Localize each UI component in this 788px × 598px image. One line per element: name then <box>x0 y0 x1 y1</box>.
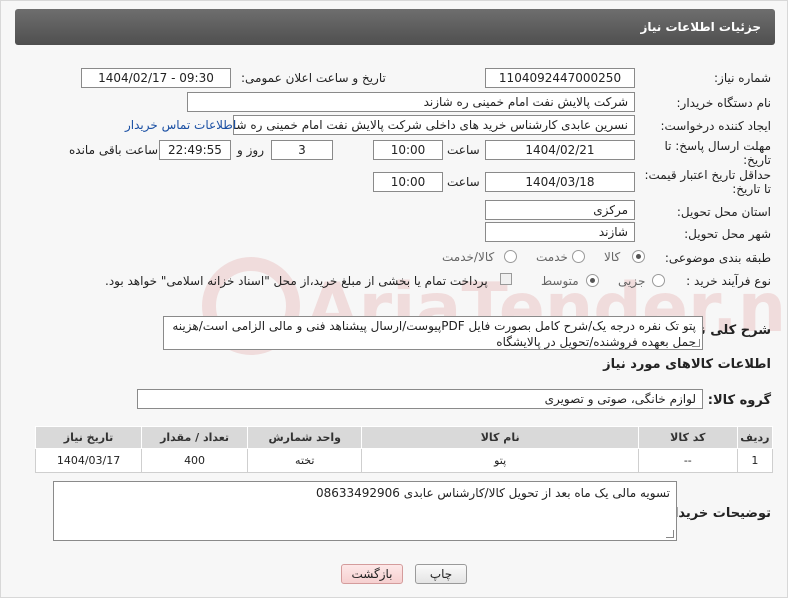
resize-handle[interactable] <box>692 339 700 347</box>
page-header: جزئیات اطلاعات نیاز <box>15 9 775 45</box>
creator-label: ایجاد کننده درخواست: <box>660 119 771 133</box>
remaining-time-field: 22:49:55 <box>159 140 231 160</box>
cell-item-code: -- <box>637 448 738 473</box>
deadline-label: مهلت ارسال پاسخ: تا <box>664 139 771 153</box>
col-unit: واحد شمارش <box>247 426 363 449</box>
col-row-number: ردیف <box>736 426 774 449</box>
cell-row-number: 1 <box>736 448 774 473</box>
announce-label: تاریخ و ساعت اعلان عمومی: <box>241 71 386 85</box>
deadline-label-date: تاریخ: <box>743 153 771 167</box>
goods-info-title: اطلاعات کالاهای مورد نیاز <box>603 357 771 372</box>
print-button[interactable]: چاپ <box>415 564 467 584</box>
price-validity-label-date: تا تاریخ: <box>732 182 771 196</box>
table-row: 1 -- پتو تخته 400 1404/03/17 <box>34 448 774 473</box>
contact-info-link[interactable]: اطلاعات تماس خریدار <box>125 118 236 132</box>
category-radio-both[interactable] <box>504 250 517 263</box>
buyer-org-label: نام دستگاه خریدار: <box>676 96 772 110</box>
price-time-field: 10:00 <box>373 172 443 192</box>
category-option-service: خدمت <box>536 250 568 264</box>
buyer-org-field: شرکت پالایش نفت امام خمینی ره شازند <box>187 92 635 112</box>
cell-item-name: پتو <box>361 448 639 473</box>
deadline-date-field: 1404/02/21 <box>485 140 635 160</box>
buyer-notes-label: توضیحات خریدار: <box>661 506 771 521</box>
goods-group-field: لوازم خانگی، صوتی و تصویری <box>137 389 703 409</box>
cell-quantity: 400 <box>141 448 249 473</box>
process-radio-minor[interactable] <box>652 274 665 287</box>
table-header-row: ردیف کد کالا نام کالا واحد شمارش تعداد /… <box>34 426 774 449</box>
province-field: مرکزی <box>485 200 635 220</box>
city-label: شهر محل تحویل: <box>684 227 771 241</box>
col-item-code: کد کالا <box>637 426 738 449</box>
col-quantity: تعداد / مقدار <box>141 426 249 449</box>
process-option-medium: متوسط <box>541 274 579 288</box>
buyer-notes-field: تسویه مالی یک ماه بعد از تحویل کالا/کارش… <box>53 481 677 541</box>
buyer-notes-text: تسویه مالی یک ماه بعد از تحویل کالا/کارش… <box>315 486 670 500</box>
category-option-both: کالا/خدمت <box>442 250 495 264</box>
process-radio-medium[interactable] <box>586 274 599 287</box>
cell-unit: تخته <box>247 448 363 473</box>
price-time-label: ساعت <box>447 175 480 189</box>
treasury-payment-checkbox[interactable] <box>500 273 512 285</box>
category-radio-goods[interactable] <box>632 250 645 263</box>
creator-field: نسرین عابدی کارشناس خرید های داخلی شرکت … <box>233 115 635 135</box>
deadline-time-field: 10:00 <box>373 140 443 160</box>
items-table: ردیف کد کالا نام کالا واحد شمارش تعداد /… <box>34 426 774 473</box>
resize-handle[interactable] <box>666 530 674 538</box>
price-validity-label: حداقل تاریخ اعتبار قیمت: <box>644 168 771 182</box>
category-option-goods: کالا <box>604 250 621 264</box>
process-option-minor: جزیی <box>618 274 646 288</box>
description-field: پتو تک نفره درجه یک/شرح کامل بصورت فایل … <box>163 316 703 350</box>
price-date-field: 1404/03/18 <box>485 172 635 192</box>
remaining-label: ساعت باقی مانده <box>69 143 159 157</box>
goods-group-label: گروه کالا: <box>707 393 771 408</box>
need-number-field: 1104092447000250 <box>485 68 635 88</box>
page-frame: جزئیات اطلاعات نیاز AriaTender.neT شماره… <box>0 0 788 598</box>
need-number-label: شماره نیاز: <box>714 71 771 85</box>
treasury-payment-text: پرداخت تمام یا بخشی از مبلغ خرید،از محل … <box>105 274 488 288</box>
days-field: 3 <box>271 140 333 160</box>
deadline-time-label: ساعت <box>447 143 480 157</box>
province-label: استان محل تحویل: <box>676 205 771 219</box>
days-label: روز و <box>237 143 264 157</box>
city-field: شازند <box>485 222 635 242</box>
category-label: طبقه بندی موضوعی: <box>664 251 771 265</box>
process-label: نوع فرآیند خرید : <box>686 274 771 288</box>
description-text: پتو تک نفره درجه یک/شرح کامل بصورت فایل … <box>172 319 696 349</box>
col-item-name: نام کالا <box>361 426 639 449</box>
cell-need-date: 1404/03/17 <box>34 448 143 473</box>
back-button[interactable]: بازگشت <box>341 564 403 584</box>
category-radio-service[interactable] <box>572 250 585 263</box>
announce-field: 1404/02/17 - 09:30 <box>81 68 231 88</box>
col-need-date: تاریخ نیاز <box>34 426 143 449</box>
